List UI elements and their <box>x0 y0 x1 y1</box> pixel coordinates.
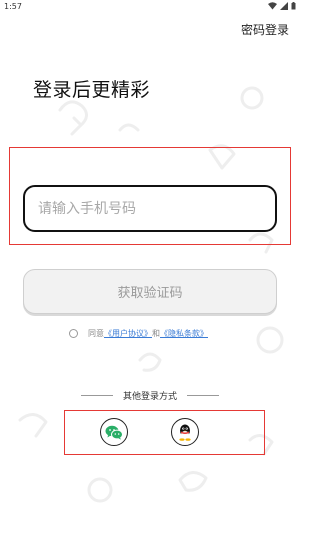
privacy-policy-link[interactable]: 《隐私条款》 <box>160 328 208 339</box>
wifi-icon <box>268 2 277 10</box>
other-login-heading: 其他登录方式 <box>0 389 300 402</box>
password-login-link[interactable]: 密码登录 <box>241 21 289 38</box>
status-bar: 1:57 <box>0 0 300 14</box>
battery-icon <box>291 2 296 10</box>
qq-icon <box>179 424 191 441</box>
agreement-prefix: 同意 <box>88 329 104 338</box>
divider-left <box>80 395 113 396</box>
phone-number-input[interactable] <box>23 185 277 232</box>
divider-right <box>187 395 219 396</box>
page-title: 登录后更精彩 <box>33 79 151 101</box>
other-login-label: 其他登录方式 <box>122 392 177 402</box>
social-login-highlight-box <box>64 410 265 455</box>
agree-radio-button[interactable] <box>69 329 78 338</box>
agreement-row: 同意 《用户协议》 和 《隐私条款》 <box>69 328 208 339</box>
login-screen: 1:57 密码登录 登录后更精彩 获取验证码 同意 《用户协议》 和 《隐私条款… <box>0 0 300 533</box>
status-time: 1:57 <box>4 2 22 11</box>
agreement-conjunction: 和 <box>152 329 160 338</box>
wechat-icon <box>105 425 123 440</box>
user-agreement-link[interactable]: 《用户协议》 <box>104 328 152 339</box>
wechat-login-button[interactable] <box>100 418 128 446</box>
signal-icon <box>280 2 288 10</box>
status-icons <box>268 2 296 10</box>
qq-login-button[interactable] <box>171 418 199 446</box>
get-verification-code-button[interactable]: 获取验证码 <box>23 269 277 314</box>
